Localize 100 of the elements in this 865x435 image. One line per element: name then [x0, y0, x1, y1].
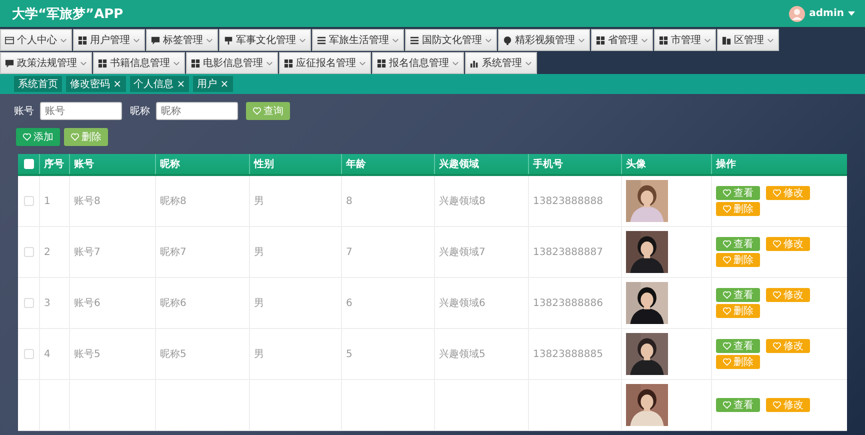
table-cell: 13823888886 — [533, 298, 603, 308]
menu-item[interactable]: 区管理 — [717, 29, 779, 51]
list-icon — [317, 36, 326, 44]
view-button[interactable]: 查看 — [716, 186, 760, 200]
grid-icon — [596, 36, 605, 44]
menu-item[interactable]: 用户管理 — [73, 29, 145, 51]
field-label: 昵称 — [130, 105, 150, 118]
view-button[interactable]: 查看 — [716, 339, 760, 353]
table-cell: 13823888888 — [533, 196, 603, 206]
heart-icon — [70, 133, 78, 141]
grid-icon — [659, 36, 668, 44]
table-cell-text: 男 — [254, 348, 264, 361]
table-cell-text: 昵称7 — [160, 246, 186, 259]
table-cell: 8 — [346, 196, 352, 206]
grid-icon — [78, 36, 87, 44]
view-button[interactable]: 查看 — [716, 288, 760, 302]
page-tab[interactable]: 系统首页 — [14, 76, 62, 92]
view-button[interactable]: 查看 — [716, 237, 760, 251]
column-header: 兴趣领域 — [439, 158, 479, 171]
search-field[interactable]: 昵称 — [156, 102, 238, 120]
panel-icon — [5, 36, 14, 44]
caret-icon — [641, 38, 648, 42]
caret-icon — [392, 38, 399, 42]
table-cell-text: 兴趣领域8 — [439, 194, 486, 208]
view-button[interactable]: 查看 — [716, 398, 760, 412]
row-checkbox[interactable] — [24, 298, 34, 308]
table-cell: 4 — [44, 348, 50, 360]
chart-icon — [470, 58, 479, 68]
caret-icon[interactable] — [848, 11, 855, 16]
chat-icon — [5, 58, 14, 68]
grid-icon — [284, 58, 293, 68]
heart-icon — [772, 342, 780, 350]
caret-icon — [173, 60, 180, 66]
row-checkbox[interactable] — [24, 196, 34, 206]
select-all-checkbox[interactable] — [24, 159, 34, 169]
table-cell-text: 兴趣领域5 — [439, 348, 486, 361]
grid-icon — [191, 58, 200, 68]
menu-item[interactable]: 标签管理 — [146, 29, 218, 51]
column-header: 头像 — [626, 158, 646, 171]
table-cell-text: 昵称6 — [160, 297, 186, 310]
table-cell: 1 — [44, 196, 50, 206]
table-cell: 3 — [44, 298, 50, 308]
menu-item[interactable]: 市管理 — [654, 29, 716, 51]
column-header: 昵称 — [160, 158, 180, 171]
table-cell-text: 兴趣领域6 — [439, 296, 486, 310]
heart-icon — [772, 240, 780, 248]
page-tab[interactable]: 用户 × — [193, 76, 233, 92]
caret-icon — [485, 38, 492, 42]
caret-icon — [578, 38, 585, 42]
row-checkbox[interactable] — [24, 247, 34, 257]
menu-item[interactable]: 个人中心 — [0, 29, 72, 51]
table-cell: 2 — [44, 246, 50, 258]
grid-icon — [98, 58, 107, 68]
menu-item[interactable]: 系统管理 — [465, 52, 537, 74]
menu-item[interactable]: 精彩视频管理 — [498, 29, 590, 51]
caret-icon — [767, 38, 774, 42]
grid-icon — [377, 58, 386, 68]
heart-icon — [722, 401, 730, 409]
user-avatar-icon[interactable] — [789, 6, 806, 22]
table-cell: 13823888885 — [533, 348, 603, 360]
heart-icon — [772, 291, 780, 299]
caret-icon — [704, 38, 711, 42]
caret-icon — [60, 38, 67, 42]
flag-icon — [224, 36, 233, 44]
table-cell-text: 昵称5 — [160, 348, 186, 361]
heart-icon — [772, 401, 780, 409]
caret-icon — [452, 60, 459, 66]
table-cell: 13823888887 — [533, 246, 603, 258]
menu-item[interactable]: 军旅生活管理 — [312, 29, 404, 51]
column-header: 年龄 — [346, 158, 366, 171]
table-cell: 6 — [346, 298, 352, 308]
menu-item[interactable]: 电影信息管理 — [186, 52, 278, 74]
chat-icon — [151, 36, 160, 44]
table-cell-text: 男 — [254, 297, 264, 310]
table-cell-text: 昵称8 — [160, 195, 186, 208]
caret-icon — [133, 38, 140, 42]
menu-item[interactable]: 书籍信息管理 — [93, 52, 185, 74]
heart-icon — [22, 133, 30, 141]
search-field[interactable]: 账号 — [40, 102, 122, 120]
app-title: 大学“军旅梦”APP — [12, 6, 124, 22]
field-label: 账号 — [14, 104, 34, 118]
table-cell-text: 男 — [254, 246, 264, 259]
column-header: 操作 — [716, 158, 736, 171]
menu-item[interactable]: 省管理 — [591, 29, 653, 51]
table-cell-text: 账号8 — [74, 194, 100, 208]
table-cell: 7 — [346, 246, 352, 258]
menu-item[interactable]: 政策法规管理 — [0, 52, 92, 74]
column-header: 手机号 — [533, 158, 563, 171]
page-tab[interactable]: 个人信息 × — [130, 76, 190, 92]
add-button[interactable]: 添加 — [16, 128, 60, 146]
caret-icon — [525, 60, 532, 66]
table-cell-text: 账号5 — [74, 348, 100, 361]
user-menu[interactable]: admin — [809, 8, 844, 19]
menu-item[interactable]: 国防文化管理 — [405, 29, 497, 51]
menu-item[interactable]: 报名信息管理 — [372, 52, 464, 74]
menu-item[interactable]: 应征报名管理 — [279, 52, 371, 74]
table-cell-text: 兴趣领域7 — [439, 246, 486, 259]
row-checkbox[interactable] — [24, 349, 34, 359]
page-tab[interactable]: 修改密码 × — [66, 76, 126, 92]
menu-item[interactable]: 军事文化管理 — [219, 29, 311, 51]
